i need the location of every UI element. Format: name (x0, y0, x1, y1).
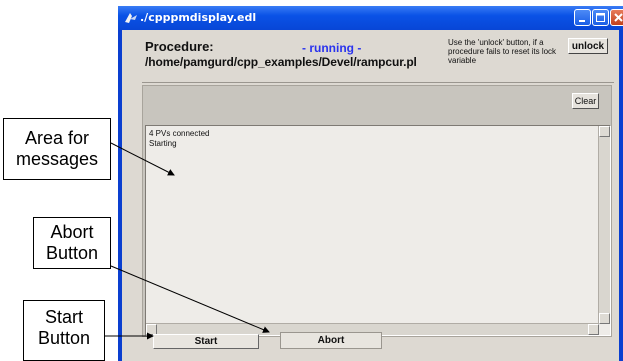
abort-arrow (110, 265, 270, 333)
area-arrow (110, 142, 175, 176)
area-callout-line2: messages (15, 149, 99, 169)
start-callout-line1: Start (44, 307, 83, 327)
abort-callout-line2: Button (45, 243, 99, 263)
area-callout-line1: Area for (24, 128, 90, 148)
area-callout: Area for messages (3, 118, 111, 180)
abort-callout-line1: Abort (50, 222, 94, 242)
start-callout-line2: Button (37, 328, 91, 348)
start-callout: Start Button (23, 300, 105, 361)
abort-callout: Abort Button (33, 217, 111, 269)
